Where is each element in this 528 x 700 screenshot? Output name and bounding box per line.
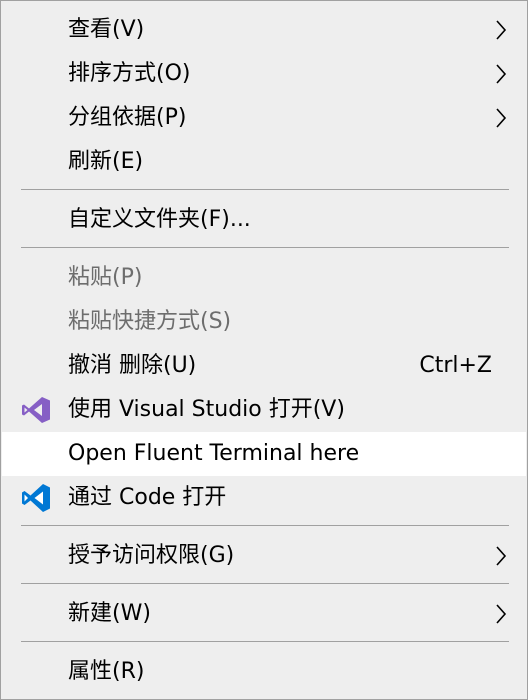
menu-separator <box>21 641 509 642</box>
chevron-right-icon <box>496 108 507 128</box>
menu-separator <box>21 525 509 526</box>
menu-item-label: 通过 Code 打开 <box>68 485 227 510</box>
menu-item-paste: 粘贴(P) <box>2 256 526 300</box>
menu-item-label: 授予访问权限(G) <box>68 543 235 568</box>
menu-item-new[interactable]: 新建(W) <box>2 592 526 636</box>
menu-item-label: 自定义文件夹(F)... <box>68 207 251 232</box>
chevron-right-icon <box>496 546 507 566</box>
menu-item-label: 使用 Visual Studio 打开(V) <box>68 397 345 422</box>
chevron-right-icon <box>496 64 507 84</box>
menu-item-label: 新建(W) <box>68 601 151 626</box>
menu-item-group-by[interactable]: 分组依据(P) <box>2 96 526 140</box>
chevron-right-icon <box>496 604 507 624</box>
context-menu: 查看(V) 排序方式(O) 分组依据(P) 刷新(E) 自定义文件夹(F)...… <box>0 0 528 700</box>
menu-separator <box>21 247 509 248</box>
menu-item-sort-by[interactable]: 排序方式(O) <box>2 52 526 96</box>
menu-item-label: 撤消 删除(U) <box>68 353 197 378</box>
menu-item-open-with-code[interactable]: 通过 Code 打开 <box>2 476 526 520</box>
menu-item-label: 分组依据(P) <box>68 105 187 130</box>
visual-studio-icon <box>22 397 50 423</box>
menu-item-customize-folder[interactable]: 自定义文件夹(F)... <box>2 198 526 242</box>
menu-separator <box>21 583 509 584</box>
menu-item-label: Open Fluent Terminal here <box>68 441 360 466</box>
menu-item-open-with-visual-studio[interactable]: 使用 Visual Studio 打开(V) <box>2 388 526 432</box>
menu-item-shortcut: Ctrl+Z <box>419 353 492 378</box>
menu-item-properties[interactable]: 属性(R) <box>2 650 526 694</box>
menu-item-undo-delete[interactable]: 撤消 删除(U) Ctrl+Z <box>2 344 526 388</box>
menu-item-give-access[interactable]: 授予访问权限(G) <box>2 534 526 578</box>
vscode-icon <box>22 484 50 512</box>
menu-item-label: 属性(R) <box>68 659 145 684</box>
menu-item-label: 查看(V) <box>68 17 145 42</box>
menu-item-view[interactable]: 查看(V) <box>2 8 526 52</box>
menu-item-paste-shortcut: 粘贴快捷方式(S) <box>2 300 526 344</box>
menu-item-refresh[interactable]: 刷新(E) <box>2 140 526 184</box>
menu-item-label: 粘贴快捷方式(S) <box>68 309 232 334</box>
chevron-right-icon <box>496 20 507 40</box>
menu-item-label: 刷新(E) <box>68 149 144 174</box>
menu-separator <box>21 189 509 190</box>
menu-item-label: 粘贴(P) <box>68 265 143 290</box>
menu-item-open-fluent-terminal[interactable]: Open Fluent Terminal here <box>2 432 526 476</box>
menu-item-label: 排序方式(O) <box>68 61 191 86</box>
